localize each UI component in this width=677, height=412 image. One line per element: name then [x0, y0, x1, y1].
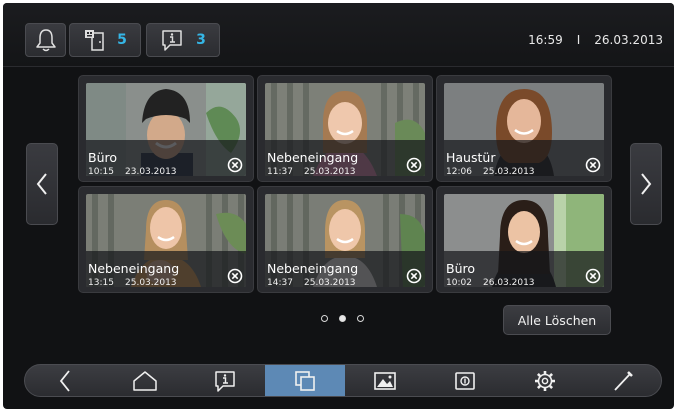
info-icon — [215, 370, 235, 392]
card-date: 26.03.2013 — [483, 278, 535, 288]
chevron-right-icon — [641, 173, 652, 195]
door-history-icon — [85, 30, 104, 51]
gallery-card-6[interactable]: Büro 10:02 26.03.2013 — [436, 186, 612, 293]
nav-picture[interactable] — [345, 365, 425, 396]
delete-button[interactable] — [584, 267, 601, 284]
nav-back[interactable] — [25, 365, 105, 396]
delete-button[interactable] — [405, 267, 422, 284]
nav-gallery[interactable] — [265, 365, 345, 396]
card-location: Nebeneingang — [267, 261, 359, 276]
card-date: 25.03.2013 — [304, 278, 356, 288]
bottom-nav — [24, 364, 662, 397]
close-circle-icon — [406, 268, 421, 283]
page-indicator — [321, 315, 364, 322]
chevron-left-icon — [36, 173, 47, 195]
delete-button[interactable] — [226, 267, 243, 284]
card-time: 12:06 — [446, 167, 472, 177]
page-dot-2[interactable] — [339, 315, 346, 322]
card-time: 11:37 — [267, 167, 293, 177]
card-location: Büro — [88, 150, 118, 165]
card-location: Büro — [446, 261, 476, 276]
gallery-card-1[interactable]: Büro 10:15 23.03.2013 — [78, 75, 254, 182]
info-message-icon — [162, 30, 182, 51]
nav-tools[interactable] — [583, 365, 661, 396]
tools-icon — [614, 370, 633, 391]
card-location: Haustür — [446, 150, 496, 165]
gallery-card-4[interactable]: Nebeneingang 13:15 25.03.2013 — [78, 186, 254, 293]
gallery-card-2[interactable]: Nebeneingang 11:37 25.03.2013 — [257, 75, 433, 182]
card-date: 23.03.2013 — [125, 167, 177, 177]
delete-button[interactable] — [226, 156, 243, 173]
card-date: 25.03.2013 — [125, 278, 177, 288]
clock: 16:59 I 26.03.2013 — [528, 33, 663, 47]
card-time: 13:15 — [88, 278, 114, 288]
nav-intercom[interactable] — [425, 365, 505, 396]
close-circle-icon — [406, 157, 421, 172]
nav-settings[interactable] — [505, 365, 585, 396]
bell-button[interactable] — [25, 23, 66, 57]
card-time: 10:02 — [446, 278, 472, 288]
gallery-icon — [295, 370, 315, 391]
nav-info[interactable] — [185, 365, 265, 396]
close-circle-icon — [227, 157, 242, 172]
close-circle-icon — [227, 268, 242, 283]
clock-separator: I — [576, 33, 581, 47]
page-dot-3[interactable] — [357, 315, 364, 322]
card-date: 25.03.2013 — [304, 167, 356, 177]
close-circle-icon — [585, 157, 600, 172]
card-date: 25.03.2013 — [483, 167, 535, 177]
messages-count: 3 — [196, 32, 206, 48]
current-time: 16:59 — [528, 33, 563, 47]
next-page-button[interactable] — [630, 143, 662, 225]
top-bar: 5 3 16:59 I 26.03.2013 — [3, 3, 674, 67]
clear-all-button[interactable]: Alle Löschen — [503, 305, 611, 335]
page-dot-1[interactable] — [321, 315, 328, 322]
home-icon — [133, 370, 157, 391]
card-location: Nebeneingang — [267, 150, 359, 165]
screen: 5 3 16:59 I 26.03.2013 Büro 10:15 23.03.… — [3, 3, 674, 409]
gallery-card-5[interactable]: Nebeneingang 14:37 25.03.2013 — [257, 186, 433, 293]
card-time: 14:37 — [267, 278, 293, 288]
intercom-icon — [455, 371, 475, 390]
card-time: 10:15 — [88, 167, 114, 177]
bell-icon — [35, 29, 56, 52]
delete-button[interactable] — [584, 156, 601, 173]
delete-button[interactable] — [405, 156, 422, 173]
current-date: 26.03.2013 — [594, 33, 663, 47]
close-circle-icon — [585, 268, 600, 283]
messages-button[interactable]: 3 — [146, 23, 220, 57]
gallery-card-3[interactable]: Haustür 12:06 25.03.2013 — [436, 75, 612, 182]
history-count: 5 — [117, 32, 127, 48]
visitor-history-button[interactable]: 5 — [69, 23, 141, 57]
back-icon — [59, 369, 70, 392]
prev-page-button[interactable] — [26, 143, 58, 225]
nav-home[interactable] — [105, 365, 185, 396]
card-location: Nebeneingang — [88, 261, 180, 276]
gear-icon — [535, 370, 555, 391]
picture-icon — [374, 371, 396, 390]
